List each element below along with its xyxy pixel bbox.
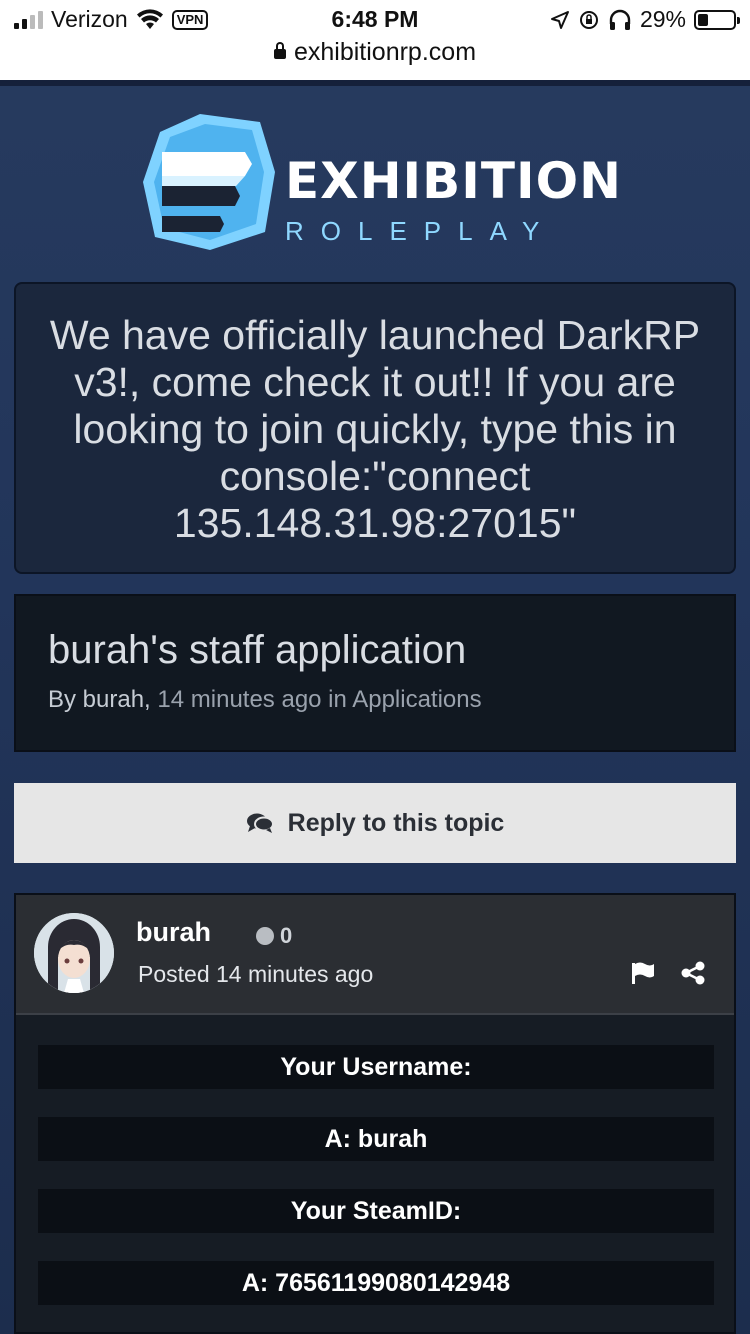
reputation-dot-icon [256, 927, 274, 945]
location-arrow-icon [550, 10, 569, 29]
headphones-icon [609, 9, 631, 30]
rotation-lock-icon [579, 10, 598, 29]
topic-meta-rest: 14 minutes ago in Applications [157, 686, 482, 713]
battery-icon [694, 9, 740, 30]
share-icon[interactable] [680, 961, 706, 985]
topic-header: burah's staff application By burah, 14 m… [14, 594, 736, 752]
post-header: burah 0 Posted 14 minutes ago [16, 895, 734, 1015]
post-date[interactable]: Posted 14 minutes ago [138, 961, 373, 988]
post-field: A: 76561199080142948 [38, 1261, 714, 1305]
reputation-badge: 0 [256, 923, 292, 949]
reply-button-label: Reply to this topic [287, 808, 505, 837]
avatar-image [34, 913, 114, 993]
battery-percent: 29% [639, 6, 686, 32]
post-card: burah 0 Posted 14 minutes ago Your Usern… [14, 893, 736, 1334]
announcement-banner: We have officially launched DarkRP v3!, … [14, 282, 736, 574]
reply-button[interactable]: Reply to this topic [14, 783, 736, 863]
lock-icon [273, 42, 286, 59]
post-author[interactable]: burah [136, 917, 211, 948]
reputation-count: 0 [280, 923, 293, 948]
topic-title: burah's staff application [48, 628, 467, 672]
status-right: 29% [550, 6, 740, 33]
site-logo[interactable]: EXHIBITION ROLEPLAY [140, 112, 621, 252]
logo-title: EXHIBITION [285, 152, 622, 210]
url-bar[interactable]: exhibitionrp.com [0, 38, 750, 67]
logo-subtitle: ROLEPLAY [285, 216, 557, 246]
logo-emblem-icon [143, 114, 275, 250]
post-field: A: burah [38, 1117, 714, 1161]
topic-meta: By burah, 14 minutes ago in Applications [48, 686, 702, 714]
page-content: EXHIBITION ROLEPLAY We have officially l… [0, 86, 750, 1334]
flag-icon[interactable] [630, 961, 656, 985]
comments-icon [246, 813, 274, 833]
topic-author-link[interactable]: By burah, [48, 686, 151, 713]
post-field: Your Username: [38, 1045, 714, 1089]
post-field: Your SteamID: [38, 1189, 714, 1233]
url-text: exhibitionrp.com [293, 38, 477, 66]
avatar[interactable] [34, 913, 114, 993]
status-bar: Verizon VPN 6:48 PM 29% exhibitionrp.com [0, 0, 750, 80]
